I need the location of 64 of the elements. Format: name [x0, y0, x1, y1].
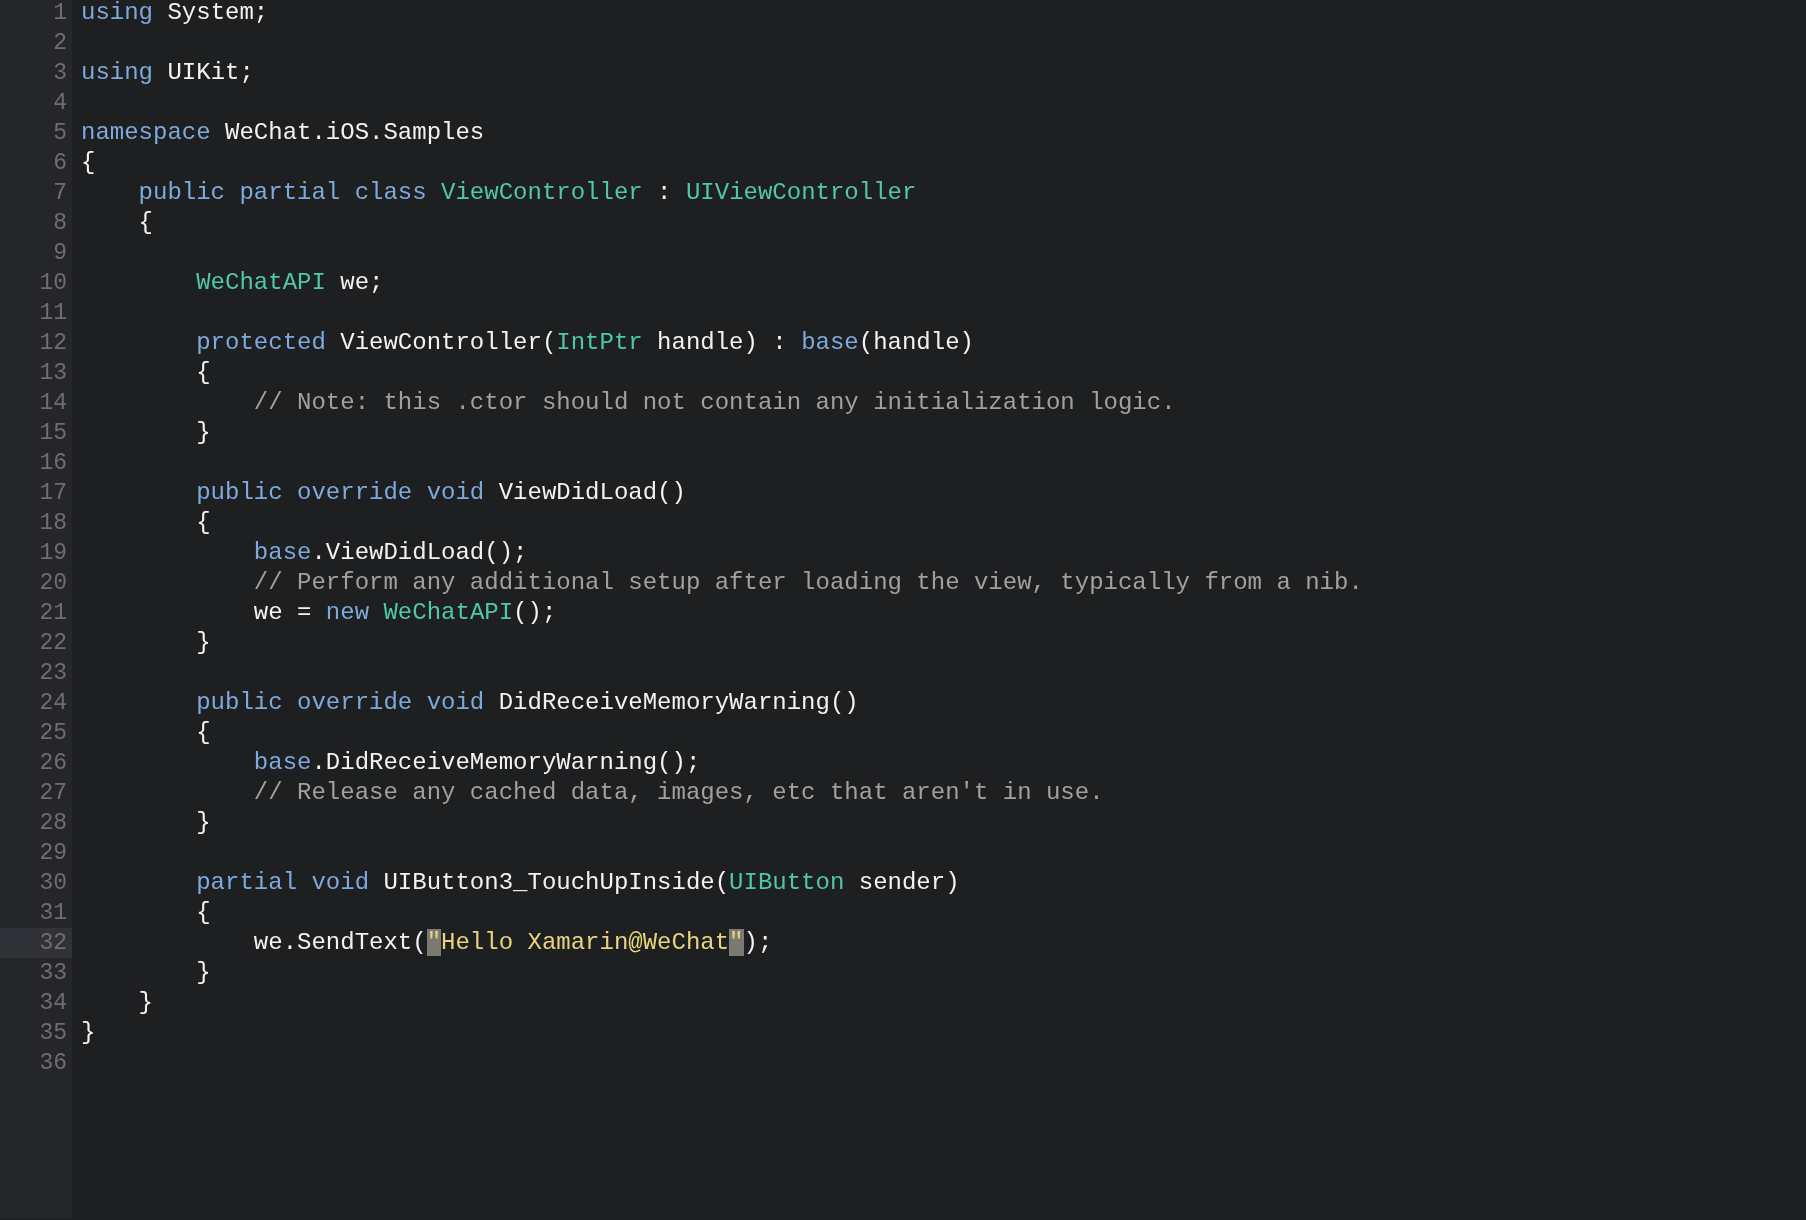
line-number: 17	[39, 479, 67, 508]
line-number: 32	[39, 929, 67, 958]
code-line: public override void DidReceiveMemoryWarning()	[195, 688, 859, 718]
line-number: 10	[39, 269, 67, 298]
code-line: }	[81, 1018, 96, 1048]
code-line: base.DidReceiveMemoryWarning();	[252, 748, 701, 778]
line-number: 25	[39, 719, 67, 748]
code-line: }	[195, 418, 211, 448]
line-number: 26	[39, 749, 67, 778]
code-line: }	[195, 628, 211, 658]
code-line: }	[195, 808, 211, 838]
line-number: 9	[53, 239, 67, 268]
code-line: {	[195, 358, 211, 388]
code-line: base.ViewDidLoad();	[252, 538, 528, 568]
line-number: 22	[39, 629, 67, 658]
line-number: 21	[39, 599, 67, 628]
line-number: 20	[39, 569, 67, 598]
code-line: // Note: this .ctor should not contain any initialization logic.	[252, 388, 1176, 418]
line-number: 16	[39, 449, 67, 478]
line-number: 11	[39, 299, 67, 328]
line-number: 14	[39, 389, 67, 418]
line-number: 36	[39, 1049, 67, 1078]
code-line: protected ViewController(IntPtr handle) : base(handle)	[195, 328, 974, 358]
code-line: we.SendText("Hello Xamarin@WeChat");	[252, 928, 773, 958]
line-number: 33	[39, 959, 67, 988]
line-number: 23	[39, 659, 67, 688]
line-number: 27	[39, 779, 67, 808]
line-number: 13	[39, 359, 67, 388]
code-line: public override void ViewDidLoad()	[195, 478, 686, 508]
code-line: {	[81, 148, 96, 178]
code-line: {	[195, 718, 211, 748]
line-number: 15	[39, 419, 67, 448]
line-number: 5	[53, 119, 67, 148]
code-line: // Release any cached data, images, etc that aren't in use.	[252, 778, 1104, 808]
code-line: partial void UIButton3_TouchUpInside(UIButton sender)	[195, 868, 960, 898]
line-number: 6	[53, 149, 67, 178]
code-line: WeChatAPI we;	[195, 268, 384, 298]
line-number: 12	[39, 329, 67, 358]
code-line: // Perform any additional setup after loading the view, typically from a nib.	[252, 568, 1363, 598]
line-number: 30	[39, 869, 67, 898]
line-number: 2	[53, 29, 67, 58]
line-number: 34	[39, 989, 67, 1018]
code-line: {	[195, 898, 211, 928]
code-line: }	[195, 958, 211, 988]
line-number: 29	[39, 839, 67, 868]
code-line: public partial class ViewController : UIViewController	[137, 178, 917, 208]
line-number: 1	[53, 0, 67, 28]
code-line: using UIKit;	[81, 58, 254, 88]
line-number: 19	[39, 539, 67, 568]
line-number: 28	[39, 809, 67, 838]
line-number: 3	[53, 59, 67, 88]
line-number: 7	[53, 179, 67, 208]
line-number: 8	[53, 209, 67, 238]
line-number: 18	[39, 509, 67, 538]
code-line: we = new WeChatAPI();	[252, 598, 557, 628]
code-line: namespace WeChat.iOS.Samples	[81, 118, 485, 148]
code-line: using System;	[81, 0, 269, 28]
line-number: 35	[39, 1019, 67, 1048]
line-number: 24	[39, 689, 67, 718]
code-line: {	[195, 508, 211, 538]
code-line: }	[137, 988, 153, 1018]
line-number: 4	[53, 89, 67, 118]
code-line: {	[137, 208, 153, 238]
line-number: 31	[39, 899, 67, 928]
